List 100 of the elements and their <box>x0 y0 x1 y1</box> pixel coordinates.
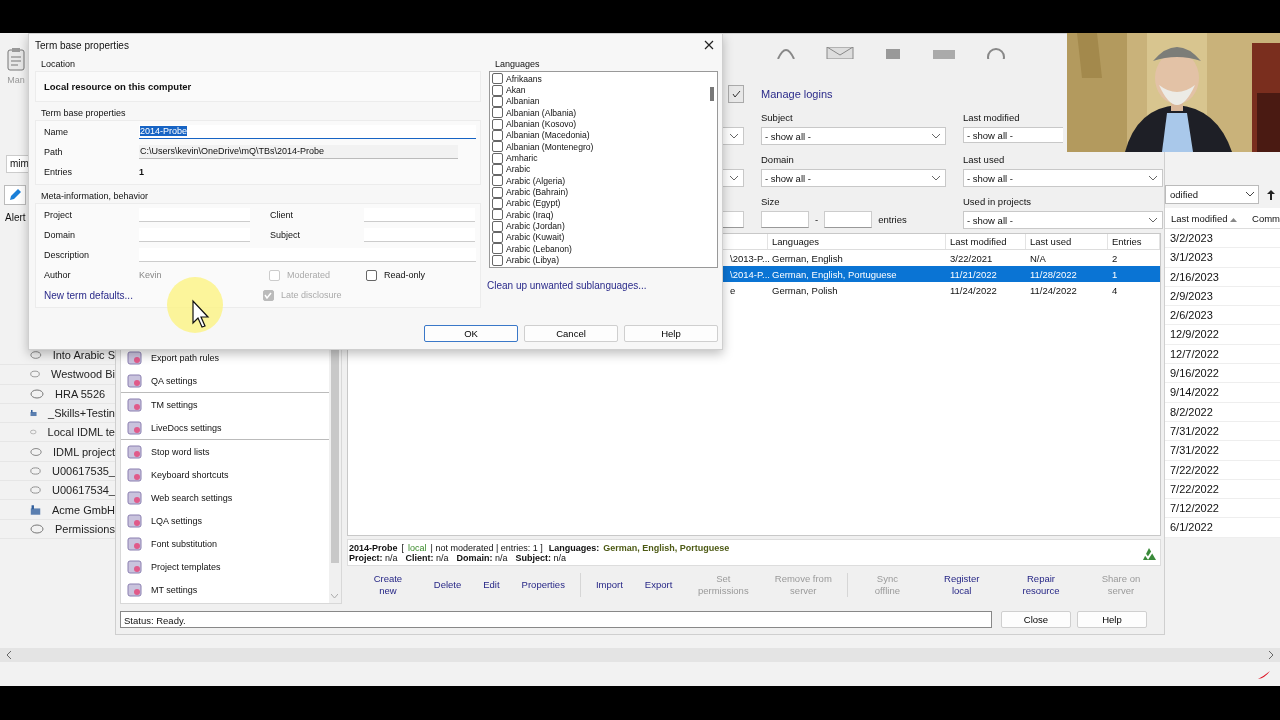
settings-item[interactable]: QA settings <box>121 369 329 393</box>
language-checkbox[interactable]: Arabic (Jordan) <box>492 220 707 232</box>
language-checkbox[interactable]: Akan <box>492 84 707 96</box>
action-button[interactable]: Delete <box>422 579 473 591</box>
language-checkbox[interactable]: Arabic (Iraq) <box>492 209 707 221</box>
dialog-button[interactable]: Help <box>624 325 718 342</box>
toolbar-icon[interactable] <box>776 47 796 59</box>
toolbar-label: Man <box>7 75 25 85</box>
close-icon[interactable] <box>704 40 714 50</box>
chevron-down-icon <box>932 175 940 181</box>
settings-item[interactable]: Font substitution <box>121 532 329 555</box>
language-checkbox[interactable]: Albanian (Kosovo) <box>492 118 707 130</box>
input-field[interactable] <box>364 208 475 222</box>
cloud-icon <box>30 350 42 361</box>
settings-item[interactable]: MT settings <box>121 578 329 601</box>
language-checkbox[interactable]: Arabic (Kuwait) <box>492 231 707 244</box>
author-value: Kevin <box>139 270 163 280</box>
column-header[interactable]: Languages <box>768 234 946 249</box>
language-checkbox[interactable]: Arabic <box>492 163 707 176</box>
input-field[interactable] <box>139 248 476 262</box>
input-field[interactable] <box>824 211 873 228</box>
edit-button[interactable] <box>4 185 26 205</box>
check-icon <box>264 291 273 299</box>
project-row[interactable]: Acme GmbH <box>0 500 115 520</box>
table-cell: 9/14/2022 <box>1165 383 1280 403</box>
language-checkbox[interactable]: Arabic (Algeria) <box>492 175 707 187</box>
column-header[interactable]: Last used <box>1026 234 1108 249</box>
language-checkbox[interactable]: Amharic <box>492 152 707 164</box>
filter-label: Size <box>761 196 781 208</box>
table-cell: 6/1/2022 <box>1165 518 1280 538</box>
language-checkbox[interactable]: Albanian (Albania) <box>492 107 707 119</box>
input-field[interactable] <box>364 228 475 242</box>
cleanup-link[interactable]: Clean up unwanted sublanguages... <box>487 280 718 291</box>
toolbar-icon[interactable] <box>932 47 956 59</box>
language-checkbox[interactable]: Albanian (Macedonia) <box>492 129 707 142</box>
settings-item[interactable]: LQA settings <box>121 509 329 532</box>
field-label: Name <box>44 127 69 137</box>
action-button[interactable]: Export <box>633 579 684 591</box>
language-checkbox[interactable]: Arabic (Libya) <box>492 254 707 266</box>
group-legend: Meta-information, behavior <box>41 191 481 201</box>
settings-icon <box>127 489 143 506</box>
read-only-checkbox[interactable]: Read-only <box>366 269 426 281</box>
settings-item[interactable]: LiveDocs settings <box>121 416 329 440</box>
dropdown[interactable]: - show all - <box>761 127 946 145</box>
settings-icon <box>127 466 143 483</box>
dropdown[interactable]: - show all - <box>963 169 1163 187</box>
settings-item[interactable]: Keyboard shortcuts <box>121 463 329 486</box>
scroll-bar[interactable] <box>0 648 1280 662</box>
sort-dropdown[interactable]: odified <box>1165 185 1259 204</box>
settings-icon <box>127 535 143 552</box>
name-field[interactable]: 2014-Probe <box>139 125 476 139</box>
action-button[interactable]: Create new <box>353 573 423 597</box>
language-checkbox[interactable]: Afrikaans <box>492 73 707 85</box>
dropdown[interactable]: - show all - <box>761 169 946 187</box>
window-title: Term base properties <box>35 39 129 51</box>
input-field[interactable] <box>761 211 809 228</box>
filter-label: Used in projects <box>963 196 1033 208</box>
language-checkbox[interactable]: Arabic (Lebanon) <box>492 243 707 255</box>
column-header[interactable]: Last modified <box>1165 212 1246 224</box>
path-field: C:\Users\kevin\OneDrive\mQ\TBs\2014-Probe <box>139 145 458 159</box>
language-checkbox[interactable]: Arabic (Egypt) <box>492 197 707 210</box>
settings-item[interactable]: Project templates <box>121 555 329 578</box>
language-checkbox[interactable]: Albanian (Montenegro) <box>492 141 707 153</box>
table-cell: 8/2/2022 <box>1165 402 1280 422</box>
checkbox[interactable] <box>728 85 744 103</box>
new-term-defaults-link[interactable]: New term defaults... <box>44 289 133 301</box>
mail-icon[interactable] <box>826 47 854 59</box>
field-label: Domain <box>44 230 76 240</box>
table-cell: 2/6/2023 <box>1165 306 1280 326</box>
cloud-icon <box>30 485 41 496</box>
language-checkbox[interactable]: Arabic (Bahrain) <box>492 186 707 198</box>
column-header[interactable]: Comm <box>1246 212 1280 224</box>
manage-logins-link[interactable]: Manage logins <box>761 88 946 100</box>
column-header[interactable]: Alert <box>5 212 26 223</box>
dialog-button[interactable]: Help <box>1077 610 1147 628</box>
action-button[interactable]: Import <box>584 579 634 591</box>
clipboard-icon[interactable] <box>7 47 25 71</box>
up-arrow-icon[interactable] <box>1267 189 1275 200</box>
dialog-button[interactable]: OK <box>424 325 518 342</box>
action-button[interactable]: Repair resource <box>1001 573 1081 597</box>
dropdown[interactable]: - show all - <box>963 127 1063 143</box>
action-button[interactable]: Register local <box>922 573 1001 597</box>
toolbar-icon[interactable] <box>884 47 902 59</box>
toolbar-icon[interactable] <box>986 47 1006 59</box>
settings-item[interactable]: TM settings <box>121 393 329 416</box>
field-label: Path <box>44 147 64 157</box>
settings-item[interactable]: Web search settings <box>121 486 329 509</box>
dropdown[interactable]: - show all - <box>963 211 1163 229</box>
dialog-button[interactable]: Close <box>1001 610 1071 628</box>
table-cell: 7/31/2022 <box>1165 421 1280 442</box>
action-button[interactable]: Properties <box>510 579 576 591</box>
input-field[interactable] <box>139 228 250 242</box>
input-field[interactable] <box>139 208 250 222</box>
settings-item[interactable]: Export path rules <box>121 346 329 369</box>
settings-item[interactable]: Stop word lists <box>121 440 329 463</box>
language-checkbox[interactable]: Albanian <box>492 95 707 108</box>
action-button[interactable]: Edit <box>472 579 511 591</box>
column-header[interactable]: Entries <box>1108 234 1160 249</box>
column-header[interactable]: Last modified <box>946 234 1026 249</box>
dialog-button[interactable]: Cancel <box>524 325 618 342</box>
